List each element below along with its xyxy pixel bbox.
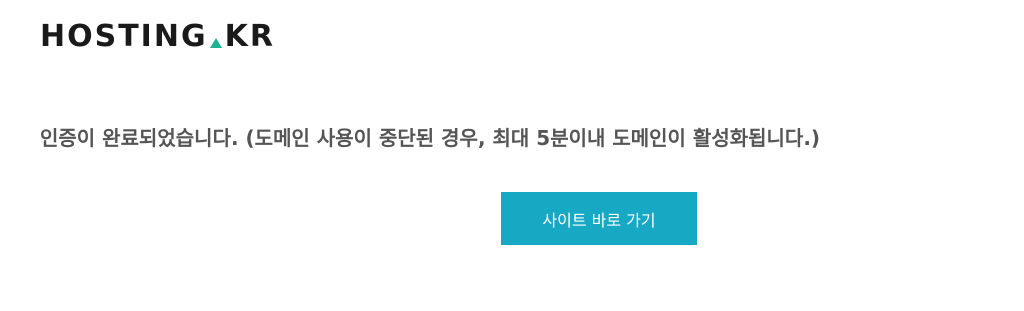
page: HOSTING KR 인증이 완료되었습니다. (도메인 사용이 중단된 경우,… <box>0 0 1024 311</box>
verification-message: 인증이 완료되었습니다. (도메인 사용이 중단된 경우, 최대 5분이내 도메… <box>40 126 821 150</box>
logo-text-hosting: HOSTING <box>40 19 208 54</box>
logo: HOSTING KR <box>40 22 275 52</box>
go-to-site-button[interactable]: 사이트 바로 가기 <box>501 192 697 245</box>
logo-triangle-icon <box>209 38 222 48</box>
logo-text-kr: KR <box>224 19 275 54</box>
